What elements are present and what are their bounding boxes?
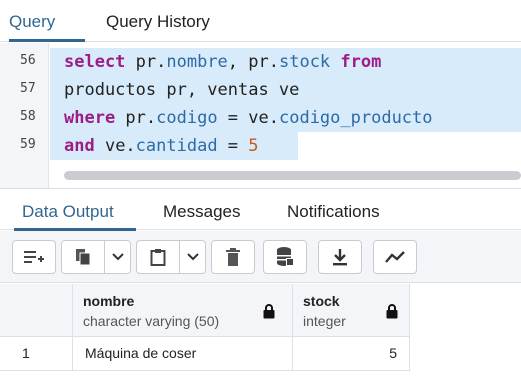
table-cell[interactable]: 5 xyxy=(293,337,410,371)
tab-notifications[interactable]: Notifications xyxy=(287,201,380,223)
save-data-button[interactable] xyxy=(263,240,307,274)
cell-value: 5 xyxy=(389,345,397,361)
data-output-toolbar xyxy=(0,231,521,283)
line-number: 57 xyxy=(20,81,36,96)
line-number: 59 xyxy=(20,137,36,152)
column-name: nombre xyxy=(83,293,135,309)
column-header-nombre[interactable]: nombre character varying (50) xyxy=(73,284,293,337)
data-output-grid: nombre character varying (50) stock inte… xyxy=(0,284,521,385)
code-line[interactable]: and ve.cantidad = 5 xyxy=(64,132,259,160)
paste-icon xyxy=(150,249,166,266)
sql-text: pr. xyxy=(115,108,157,128)
tab-query[interactable]: Query xyxy=(9,11,55,33)
row-number-header xyxy=(0,284,73,337)
sql-identifier: stock xyxy=(278,52,331,72)
sql-identifier: codigo xyxy=(156,108,218,128)
active-tab-indicator xyxy=(9,39,85,42)
chevron-down-icon xyxy=(186,253,199,261)
column-header-stock[interactable]: stock integer xyxy=(293,284,410,337)
download-button[interactable] xyxy=(318,240,362,274)
sql-text: productos pr, ventas ve xyxy=(64,80,300,100)
line-number-gutter: 56 57 58 59 xyxy=(0,43,49,188)
code-line[interactable]: where pr.codigo = ve.codigo_producto xyxy=(64,104,433,132)
lock-icon xyxy=(263,304,275,319)
copy-button[interactable] xyxy=(61,240,105,274)
sql-keyword: where xyxy=(64,108,116,128)
tab-query-history[interactable]: Query History xyxy=(106,11,210,33)
graph-icon xyxy=(385,251,405,263)
sql-keyword: and xyxy=(64,136,95,156)
sql-editor[interactable]: 56 57 58 59 select pr.nombre, pr.stock f… xyxy=(0,43,521,188)
cell-value: Máquina de coser xyxy=(85,345,197,361)
sql-text: , pr. xyxy=(227,52,279,72)
table-cell[interactable]: Máquina de coser xyxy=(73,337,293,371)
add-row-button[interactable] xyxy=(12,240,56,274)
copy-icon xyxy=(76,249,91,266)
paste-button[interactable] xyxy=(136,240,180,274)
download-icon xyxy=(333,249,347,266)
horizontal-scrollbar[interactable] xyxy=(64,171,521,180)
row-number-cell[interactable]: 1 xyxy=(0,337,73,371)
sql-text: ve. xyxy=(94,136,136,156)
line-number: 58 xyxy=(20,109,36,124)
sql-text: = ve. xyxy=(217,108,279,128)
sql-number: 5 xyxy=(248,136,259,156)
output-tab-bar: Data Output Messages Notifications xyxy=(0,188,521,231)
code-line[interactable]: productos pr, ventas ve xyxy=(64,76,299,104)
sql-keyword: from xyxy=(340,52,382,72)
sql-text: = xyxy=(217,136,249,156)
query-tab-bar: Query Query History xyxy=(0,0,521,42)
column-name: stock xyxy=(303,293,340,309)
sql-identifier: nombre xyxy=(166,52,228,72)
delete-icon xyxy=(226,248,240,266)
tab-data-output[interactable]: Data Output xyxy=(22,201,114,223)
code-line[interactable]: select pr.nombre, pr.stock from xyxy=(64,48,381,76)
add-row-icon xyxy=(24,251,44,263)
delete-button[interactable] xyxy=(211,240,255,274)
paste-options-dropdown[interactable] xyxy=(180,240,206,274)
sql-identifier: cantidad xyxy=(135,136,218,156)
row-number: 1 xyxy=(22,345,30,361)
tab-messages[interactable]: Messages xyxy=(163,201,240,223)
graph-visualiser-button[interactable] xyxy=(373,240,417,274)
chevron-down-icon xyxy=(111,253,124,261)
copy-options-dropdown[interactable] xyxy=(105,240,131,274)
lock-icon xyxy=(386,304,398,319)
save-data-icon xyxy=(277,247,294,266)
column-type: integer xyxy=(303,313,346,329)
column-type: character varying (50) xyxy=(83,313,220,329)
sql-keyword: select xyxy=(64,52,126,72)
sql-text: pr. xyxy=(125,52,167,72)
sql-identifier: codigo_producto xyxy=(278,108,433,128)
line-number: 56 xyxy=(20,53,36,68)
